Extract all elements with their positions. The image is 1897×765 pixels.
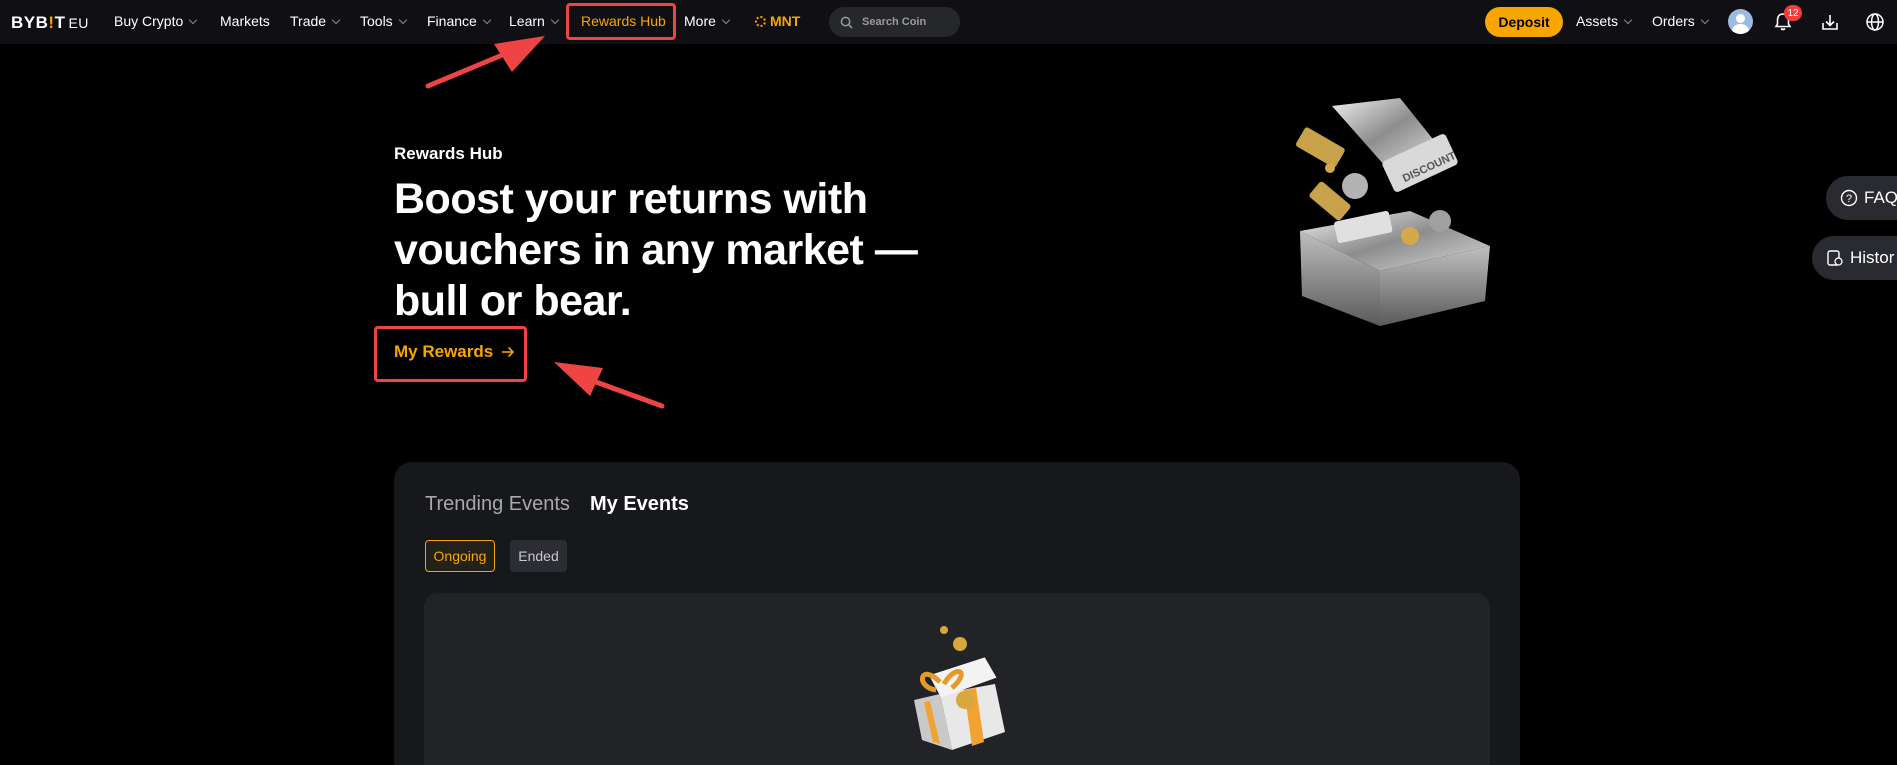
hero-title: Boost your returns with vouchers in any … bbox=[394, 175, 918, 325]
gift-box-illustration bbox=[914, 626, 1005, 750]
annotation-arrow-bottom bbox=[554, 362, 665, 409]
filter-label: Ended bbox=[518, 548, 559, 564]
history-icon bbox=[1827, 250, 1843, 266]
treasure-box-illustration: DISCOUNT bbox=[1296, 98, 1490, 326]
filter-label: Ongoing bbox=[433, 548, 487, 564]
hero-subtitle: Rewards Hub bbox=[394, 144, 503, 163]
history-label: Histor bbox=[1850, 248, 1895, 267]
history-button[interactable]: Histor bbox=[1812, 236, 1897, 280]
svg-text:?: ? bbox=[1846, 193, 1852, 205]
help-icon: ? bbox=[1840, 189, 1858, 207]
faq-label: FAQ bbox=[1864, 188, 1897, 207]
annotation-box-my-rewards bbox=[374, 326, 527, 382]
faq-button[interactable]: ? FAQ bbox=[1826, 176, 1897, 220]
annotation-arrow-top bbox=[425, 36, 545, 89]
filter-ended[interactable]: Ended bbox=[510, 540, 567, 572]
filter-ongoing[interactable]: Ongoing bbox=[425, 540, 495, 572]
tab-my-events[interactable]: My Events bbox=[590, 493, 689, 516]
tab-trending-events[interactable]: Trending Events bbox=[425, 493, 570, 516]
